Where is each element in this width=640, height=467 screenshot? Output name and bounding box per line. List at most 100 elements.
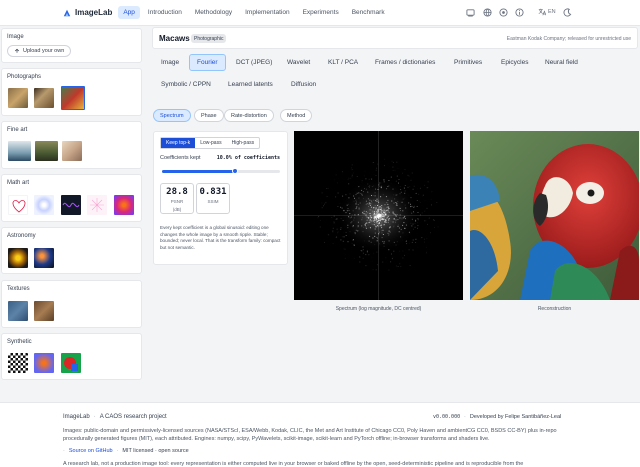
coefficients-kept-value: 10.0% of coefficients	[216, 155, 280, 161]
photographs-title: Photographs	[7, 74, 42, 80]
thumb-astro-1[interactable]	[8, 248, 28, 268]
nav-app[interactable]: App	[118, 6, 140, 19]
footer-developer: · Developed by Felipe Santibáñez-Leal	[460, 414, 561, 420]
nav-methodology[interactable]: Methodology	[190, 6, 237, 19]
subtab-method[interactable]: Method	[280, 109, 313, 122]
tab-primitives[interactable]: Primitives	[447, 54, 489, 71]
thumb-texture-2[interactable]	[34, 301, 54, 321]
nav-experiments[interactable]: Experiments	[298, 6, 344, 19]
mode-high-pass[interactable]: High-pass	[227, 138, 260, 148]
synthetic-title: Synthetic	[7, 339, 32, 345]
thumb-math-heart[interactable]	[8, 195, 28, 215]
thumb-texture-1[interactable]	[8, 301, 28, 321]
math-art-title: Math art	[7, 180, 30, 186]
thumb-math-5[interactable]	[114, 195, 134, 215]
thumb-art-2[interactable]	[35, 141, 58, 161]
fine-art-card: Fine art	[1, 121, 142, 169]
image-upload-card: Image Upload your own	[1, 28, 142, 63]
thumb-photo-macaws[interactable]	[61, 86, 85, 110]
tab-dct[interactable]: DCT (JPEG)	[229, 54, 279, 71]
image-header: Macaws Photographic Eastman Kodak Compan…	[152, 27, 638, 49]
github-icon[interactable]	[466, 8, 475, 17]
coefficients-slider[interactable]	[162, 168, 280, 174]
thumb-synth-3[interactable]	[61, 353, 81, 373]
tab-diffusion[interactable]: Diffusion	[284, 76, 323, 93]
thumb-synth-2[interactable]	[34, 353, 54, 373]
nav-introduction[interactable]: Introduction	[143, 6, 187, 19]
globe-icon[interactable]	[483, 8, 492, 17]
photographs-card: Photographs	[1, 68, 142, 116]
eye-icon[interactable]	[499, 8, 508, 17]
tab-symbolic-cppn[interactable]: Symbolic / CPPN	[154, 76, 218, 93]
slider-fill	[162, 170, 236, 173]
thumb-art-3[interactable]	[62, 141, 82, 161]
thumb-math-3[interactable]	[61, 195, 81, 215]
ssim-value: 0.831	[199, 187, 227, 197]
source-github-link[interactable]: Source on GitHub	[69, 448, 113, 454]
footer-app-name: ImageLab	[63, 414, 90, 420]
thumb-math-4[interactable]	[87, 195, 107, 215]
footer-tagline: A CAOS research project	[99, 414, 167, 420]
filter-mode-selector: Keep top-k Low-pass High-pass	[160, 137, 261, 149]
tab-klt-pca[interactable]: KLT / PCA	[321, 54, 365, 71]
psnr-value: 28.8	[166, 187, 188, 197]
nav-implementation[interactable]: Implementation	[240, 6, 294, 19]
app-name: ImageLab	[75, 8, 113, 17]
thumb-synth-checker[interactable]	[8, 353, 28, 373]
tab-wavelet[interactable]: Wavelet	[280, 54, 317, 71]
thumb-astro-2[interactable]	[34, 248, 54, 268]
subtab-spectrum[interactable]: Spectrum	[153, 109, 191, 122]
language-switcher[interactable]: EN	[538, 8, 556, 16]
footer-credits: Images: public-domain and permissively-l…	[63, 428, 557, 442]
psnr-metric: 28.8 PSNR (dB)	[160, 183, 194, 214]
synthetic-card: Synthetic	[1, 333, 142, 380]
transform-description: Every kept coefficient is a global sinus…	[160, 225, 281, 250]
footer-version: v0.00.000	[433, 414, 461, 420]
reconstruction-caption: Reconstruction	[537, 306, 572, 312]
ssim-metric: 0.831 SSIM	[196, 183, 230, 214]
spectrum-image	[294, 131, 463, 300]
footer-separator: ·	[63, 448, 65, 454]
tab-epicycles[interactable]: Epicycles	[494, 54, 535, 71]
controls-panel: Keep top-k Low-pass High-pass Coefficien…	[153, 131, 288, 265]
textures-title: Textures	[7, 286, 30, 292]
subtab-phase[interactable]: Phase	[194, 109, 224, 122]
footer-separator: ·	[464, 414, 466, 420]
mode-keep-top-k[interactable]: Keep top-k	[161, 138, 196, 148]
info-icon[interactable]	[515, 8, 524, 17]
spectrum-panel[interactable]	[294, 131, 463, 300]
app-logo[interactable]: ImageLab	[63, 8, 112, 17]
ssim-label: SSIM	[207, 199, 219, 204]
fine-art-title: Fine art	[7, 127, 28, 133]
image-credit: Eastman Kodak Company; released for unre…	[506, 36, 631, 42]
subtab-rate-distortion[interactable]: Rate-distortion	[224, 109, 274, 122]
tab-learned-latents[interactable]: Learned latents	[221, 76, 280, 93]
thumb-math-2[interactable]	[34, 195, 54, 215]
main-nav: App Introduction Methodology Implementat…	[118, 6, 392, 19]
psnr-unit: (dB)	[172, 206, 182, 212]
moon-icon[interactable]	[563, 8, 572, 17]
image-section-title: Image	[7, 34, 24, 40]
tab-frames-dictionaries[interactable]: Frames / dictionaries	[368, 54, 442, 71]
tab-fourier[interactable]: Fourier	[189, 54, 226, 71]
footer-links: · Source on GitHub · MIT licensed · open so…	[63, 448, 189, 454]
nav-benchmark[interactable]: Benchmark	[347, 6, 390, 19]
language-label: EN	[548, 9, 556, 15]
footer-separator: ·	[116, 448, 119, 454]
reconstruction-panel[interactable]	[470, 131, 639, 300]
footer-developer-name: Developed by Felipe Santibáñez-Leal	[469, 414, 562, 420]
spectrum-caption: Spectrum (log magnitude, DC centred)	[335, 306, 422, 312]
thumb-photo-1[interactable]	[8, 88, 28, 108]
psnr-label: PSNR	[170, 199, 184, 204]
coefficients-kept-label: Coefficients kept	[160, 155, 201, 161]
thumb-art-1[interactable]	[8, 141, 31, 161]
image-title: Macaws	[159, 34, 190, 43]
upload-button[interactable]: Upload your own	[7, 45, 72, 57]
footer: ImageLab · A CAOS research project v0.00.0…	[0, 402, 640, 467]
tab-image[interactable]: Image	[154, 54, 186, 71]
slider-handle[interactable]	[232, 168, 239, 174]
mode-low-pass[interactable]: Low-pass	[195, 138, 226, 148]
footer-brand: ImageLab · A CAOS research project	[63, 414, 167, 420]
tab-neural-field[interactable]: Neural field	[538, 54, 585, 71]
thumb-photo-2[interactable]	[34, 88, 54, 108]
